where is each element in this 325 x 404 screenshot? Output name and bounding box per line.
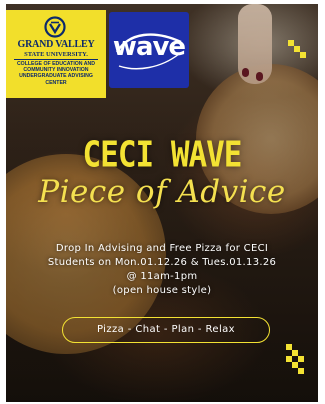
event-details: Drop In Advising and Free Pizza for CECI… <box>14 242 310 298</box>
poster-subtitle: Piece of Advice <box>38 174 286 210</box>
details-line: @ 11am-1pm <box>126 271 198 282</box>
details-line: Students on Mon.01.12.26 & Tues.01.13.26 <box>47 257 277 268</box>
poster-title: CECI WAVE <box>82 134 243 176</box>
details-line: (open house style) <box>112 285 212 296</box>
details-line: Drop In Advising and Free Pizza for CECI <box>55 243 269 254</box>
poster-content: CECI WAVE Piece of Advice Drop In Advisi… <box>6 4 318 402</box>
event-poster: GRAND VALLEY STATE UNIVERSITY. COLLEGE O… <box>6 4 318 402</box>
tagline-pill: Pizza - Chat - Plan - Relax <box>62 317 270 343</box>
